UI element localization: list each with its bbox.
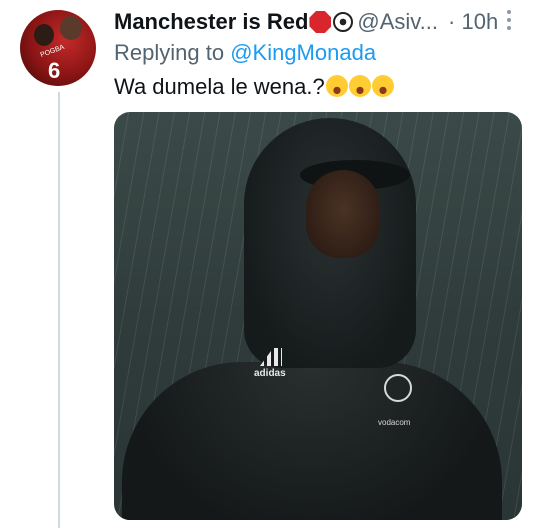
tweet-text: Wa dumela le wena.? [114,74,394,100]
tweet-media-image[interactable]: adidas vodacom [114,112,522,520]
laughing-tears-icon [371,75,394,97]
club-crest-icon [384,374,412,402]
more-options-icon[interactable] [506,10,512,30]
mention-link[interactable]: @KingMonada [230,40,376,65]
jacket-figure [122,362,502,520]
timestamp[interactable]: · 10h [448,9,498,35]
avatar-shirt-number: 6 [48,58,61,83]
tweet-header: Manchester is Red @Asiv... · 10h [114,6,498,38]
avatar[interactable]: POGBA 6 [20,10,96,86]
laughing-tears-icon [325,75,348,97]
face-figure [306,170,380,258]
soccer-ball-icon [333,12,354,32]
user-handle[interactable]: @Asiv... [357,9,438,35]
replying-prefix: Replying to [114,40,231,65]
laughing-tears-icon [348,75,371,97]
sponsor-text: vodacom [378,418,411,427]
thread-line [58,92,60,528]
display-name[interactable]: Manchester is Red [114,9,308,35]
timestamp-separator: · [448,9,456,34]
timestamp-value: 10h [461,9,499,34]
stop-sign-icon [309,11,332,33]
adidas-text: adidas [254,368,286,379]
avatar-figure [60,16,82,40]
replying-to: Replying to @KingMonada [114,40,376,66]
avatar-figure [34,24,54,46]
tweet-body: Wa dumela le wena.? [114,74,325,99]
avatar-shirt-name: POGBA [39,43,66,60]
